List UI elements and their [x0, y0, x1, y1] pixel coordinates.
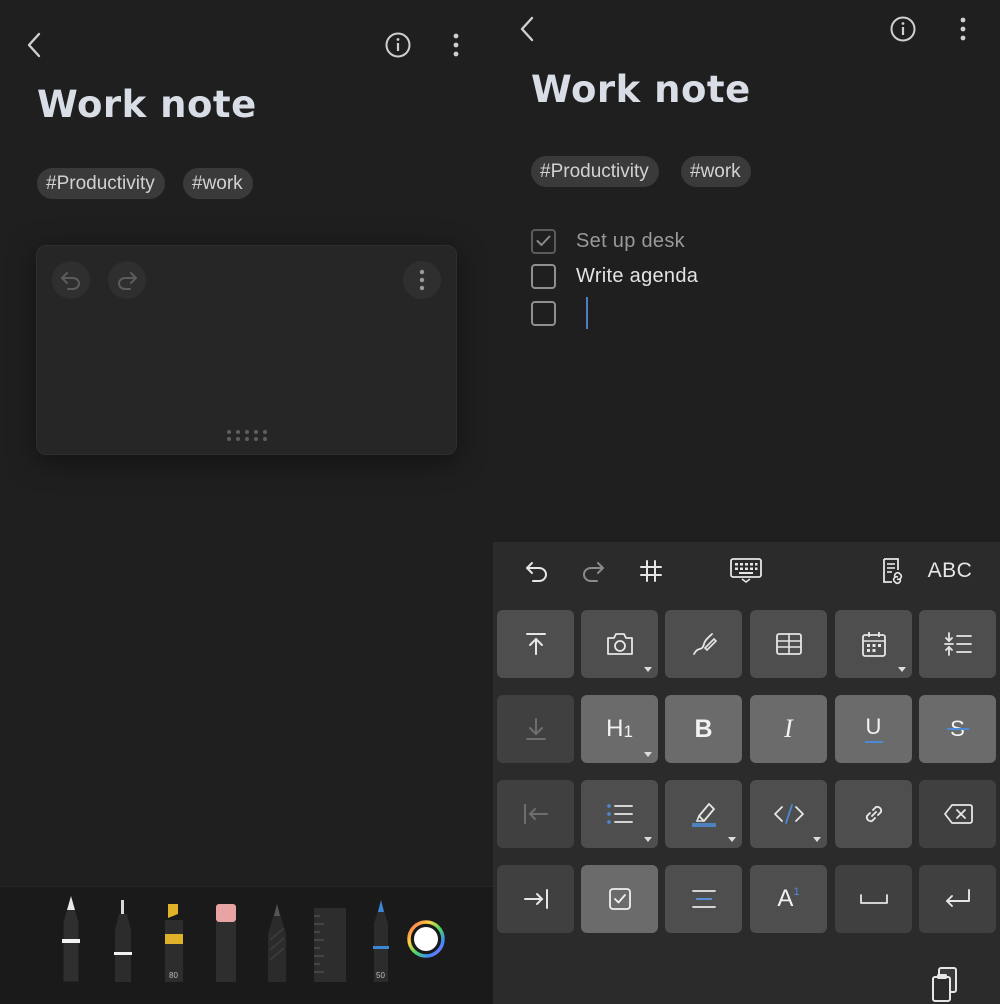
- italic-key[interactable]: I: [750, 695, 827, 763]
- superscript-key[interactable]: A1: [750, 865, 827, 933]
- info-icon[interactable]: [889, 15, 917, 43]
- drawing-canvas[interactable]: [36, 245, 457, 455]
- color-palette-icon[interactable]: [406, 919, 446, 959]
- drag-handle-icon[interactable]: [227, 430, 267, 441]
- heading-key[interactable]: H1: [581, 695, 658, 763]
- fine-liner-icon[interactable]: [112, 900, 134, 982]
- marker-size-label: 80: [169, 971, 178, 980]
- tag-work[interactable]: #work: [681, 156, 751, 187]
- eraser-icon[interactable]: [214, 904, 238, 982]
- checklist-label: Write agenda: [576, 264, 699, 287]
- info-icon[interactable]: [384, 31, 412, 59]
- clipboard-icon[interactable]: [929, 964, 961, 1004]
- left-screen: Work note #Productivity #work 80 50: [0, 0, 493, 1004]
- note-link-icon[interactable]: [879, 556, 907, 586]
- superscript-sup-label: 1: [793, 886, 800, 898]
- keyboard-icon[interactable]: [729, 556, 763, 586]
- tag-productivity[interactable]: #Productivity: [37, 168, 165, 199]
- more-vertical-icon[interactable]: [446, 30, 466, 60]
- text-cursor: [586, 297, 588, 329]
- checklist-label: Set up desk: [576, 229, 685, 252]
- ballpoint-pen-icon[interactable]: [370, 898, 392, 982]
- pen-tray: 80 50: [0, 886, 493, 1004]
- back-arrow-icon[interactable]: [515, 14, 539, 44]
- formatting-toolbar: ABC H1 B I U S A 1: [493, 542, 1000, 1004]
- abc-keyboard-toggle[interactable]: ABC: [925, 556, 975, 586]
- enter-key[interactable]: [919, 865, 996, 933]
- checklist-item[interactable]: Set up desk: [531, 226, 685, 256]
- line-spacing-key[interactable]: [919, 610, 996, 678]
- heading-label: H: [606, 715, 624, 742]
- ruler-icon[interactable]: [314, 908, 346, 982]
- strikethrough-key[interactable]: S: [919, 695, 996, 763]
- align-center-key[interactable]: [665, 865, 742, 933]
- page-title: Work note: [37, 83, 257, 126]
- underline-key[interactable]: U: [835, 695, 912, 763]
- checklist-item[interactable]: [531, 296, 588, 330]
- bold-key[interactable]: B: [665, 695, 742, 763]
- checklist-item[interactable]: Write agenda: [531, 261, 698, 291]
- backspace-key[interactable]: [919, 780, 996, 848]
- ballpoint-size-label: 50: [376, 971, 385, 980]
- tag-productivity[interactable]: #Productivity: [531, 156, 659, 187]
- handwriting-key[interactable]: [665, 610, 742, 678]
- fountain-pen-icon[interactable]: [60, 894, 82, 983]
- space-key[interactable]: [835, 865, 912, 933]
- camera-key[interactable]: [581, 610, 658, 678]
- highlighter-key[interactable]: [665, 780, 742, 848]
- undo-icon[interactable]: [52, 261, 90, 299]
- bold-label: B: [694, 714, 713, 743]
- right-screen: Work note #Productivity #work Set up des…: [493, 0, 1000, 1004]
- pencil-icon[interactable]: [266, 900, 288, 982]
- checkbox-checked-icon[interactable]: [531, 228, 556, 254]
- redo-icon[interactable]: [579, 556, 607, 586]
- grid-icon[interactable]: [637, 556, 665, 586]
- back-arrow-icon[interactable]: [22, 30, 46, 60]
- canvas-more-icon[interactable]: [403, 261, 441, 299]
- tag-work[interactable]: #work: [183, 168, 253, 199]
- code-key[interactable]: [750, 780, 827, 848]
- checkbox-icon[interactable]: [531, 263, 556, 289]
- redo-icon[interactable]: [108, 261, 146, 299]
- heading-sub-label: 1: [623, 722, 633, 741]
- toolbar-top-row: ABC: [493, 542, 1000, 600]
- table-key[interactable]: [750, 610, 827, 678]
- bullet-list-key[interactable]: [581, 780, 658, 848]
- calendar-key[interactable]: [835, 610, 912, 678]
- italic-label: I: [784, 714, 793, 743]
- scroll-to-top-key[interactable]: [497, 610, 574, 678]
- link-key[interactable]: [835, 780, 912, 848]
- underline-label: U: [865, 713, 882, 739]
- scroll-to-bottom-key[interactable]: [497, 695, 574, 763]
- more-vertical-icon[interactable]: [953, 14, 973, 44]
- page-title: Work note: [531, 68, 751, 111]
- superscript-label: A: [777, 885, 794, 912]
- undo-icon[interactable]: [523, 556, 551, 586]
- checkbox-list-key[interactable]: [581, 865, 658, 933]
- indent-key[interactable]: [497, 865, 574, 933]
- outdent-key[interactable]: [497, 780, 574, 848]
- checkbox-icon[interactable]: [531, 300, 556, 326]
